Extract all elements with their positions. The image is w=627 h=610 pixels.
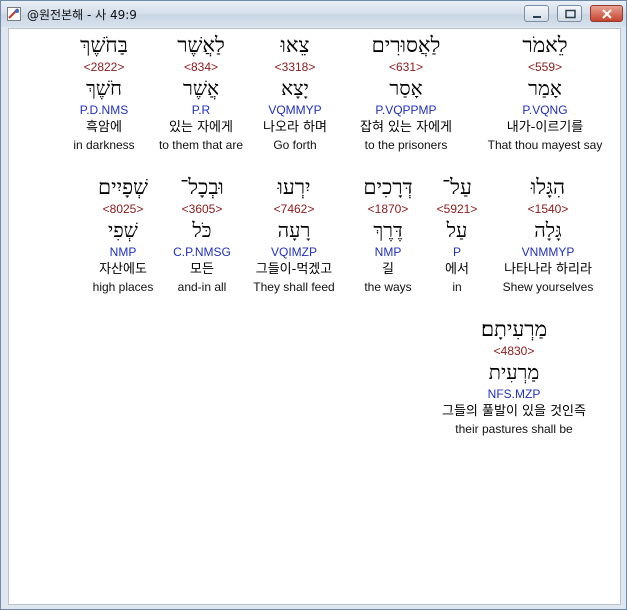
app-icon	[7, 6, 21, 21]
strong-number[interactable]: <2822>	[44, 59, 164, 76]
english-gloss: in darkness	[73, 138, 135, 152]
word-cell[interactable]: לֵאמֹר <559> אָמַר P.VQNG 내가-이르기를 That t…	[485, 33, 605, 153]
english-gloss: high places	[92, 280, 154, 294]
close-button[interactable]	[590, 5, 623, 22]
interlinear-panel: לֵאמֹר <559> אָמַר P.VQNG 내가-이르기를 That t…	[8, 28, 621, 605]
strong-number[interactable]: <8025>	[63, 201, 183, 218]
strong-number[interactable]: <559>	[485, 59, 605, 76]
lemma: חֹשֶׁךְ	[86, 76, 122, 100]
parsing-code: P.D.NMS	[79, 103, 129, 117]
korean-gloss: 흑암에	[86, 120, 122, 135]
parsing-code: P.VQNG	[522, 103, 568, 117]
title-bar[interactable]: @원전본해 - 사 49:9	[1, 1, 626, 27]
word-cell[interactable]: מַרְעִיתָם׃ <4830> מַרְעִית NFS.MZP 그들의 …	[439, 317, 589, 437]
parsing-code: NFS.MZP	[487, 387, 541, 401]
english-gloss: That thou mayest say	[487, 138, 603, 152]
word-cell[interactable]: בַּחֹשֶׁךְ <2822> חֹשֶׁךְ P.D.NMS 흑암에 in…	[44, 33, 164, 153]
app-window: @원전본해 - 사 49:9 לֵאמֹר <559> אָמַר P.VQNG…	[0, 0, 627, 610]
lemma: אָמַר	[528, 76, 562, 100]
korean-gloss: 잡혀 있는 자에게	[360, 120, 452, 135]
lemma: מַרְעִית	[488, 360, 540, 384]
hebrew-word: בַּחֹשֶׁךְ	[80, 33, 128, 57]
word-cell[interactable]: שְׁפָיִים <8025> שְׁפִי NMP 자산에도 high pl…	[63, 175, 183, 295]
lemma: אָסַר	[389, 76, 423, 100]
lemma: שְׁפִי	[108, 218, 138, 242]
hebrew-word: שְׁפָיִים	[98, 175, 148, 199]
parsing-code: NMP	[109, 245, 137, 259]
parsing-code: P.VQPPMP	[375, 103, 437, 117]
strong-number[interactable]: <631>	[346, 59, 466, 76]
minimize-button[interactable]	[524, 5, 549, 22]
word-cell[interactable]: לַאֲסוּרִים <631> אָסַר P.VQPPMP 잡혀 있는 자…	[346, 33, 466, 153]
hebrew-word: לַאֲסוּרִים	[371, 33, 441, 57]
english-gloss: their pastures shall be	[455, 422, 573, 436]
strong-number[interactable]: <4830>	[439, 343, 589, 360]
korean-gloss: 그들의 풀발이 있을 것인즉	[442, 404, 586, 419]
english-gloss: to the prisoners	[364, 138, 448, 152]
window-title: @원전본해 - 사 49:9	[27, 8, 137, 22]
maximize-button[interactable]	[557, 5, 582, 22]
hebrew-word: מַרְעִיתָם׃	[480, 317, 548, 341]
korean-gloss: 내가-이르기를	[506, 120, 584, 135]
korean-gloss: 자산에도	[99, 262, 147, 277]
hebrew-word: לֵאמֹר	[522, 33, 568, 57]
